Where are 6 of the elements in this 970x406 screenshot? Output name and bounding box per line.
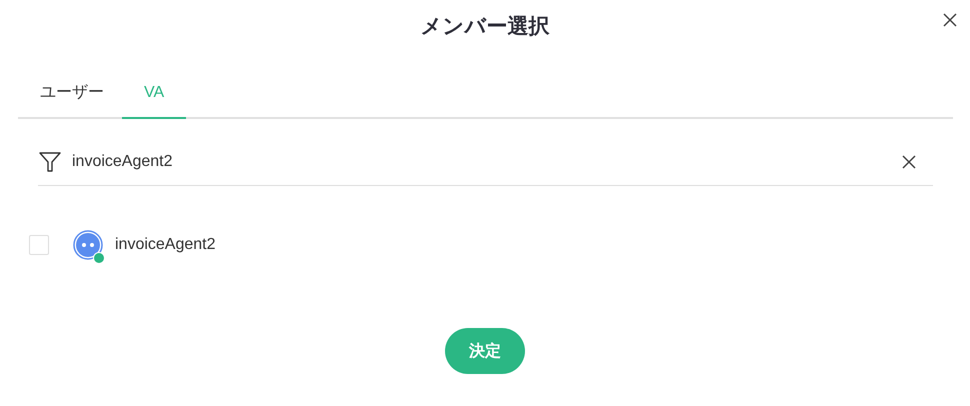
- tab[interactable]: ユーザー: [22, 68, 122, 119]
- member-name: invoiceAgent2: [115, 236, 216, 254]
- dialog-title: メンバー選択: [420, 14, 550, 40]
- bot-avatar-icon: [73, 230, 103, 260]
- filter-icon: [38, 150, 62, 174]
- checkbox[interactable]: [29, 235, 49, 255]
